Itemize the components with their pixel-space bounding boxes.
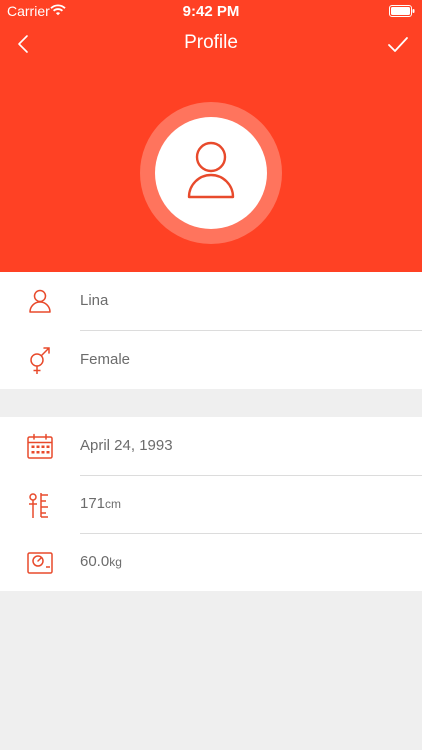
status-bar: Carrier 9:42 PM: [0, 0, 422, 22]
weight-row[interactable]: 60.0kg: [0, 533, 422, 591]
checkmark-icon: [388, 37, 408, 52]
page-title: Profile: [184, 32, 238, 53]
avatar-ring: [140, 102, 282, 244]
name-row[interactable]: Lina: [0, 272, 422, 330]
status-time: 9:42 PM: [182, 3, 240, 20]
basic-info-group: Lina Female: [0, 272, 422, 389]
calendar-icon: [27, 433, 53, 459]
birthday-value: April 24, 1993: [80, 437, 173, 454]
person-icon: [29, 289, 51, 313]
scale-icon: [27, 552, 53, 574]
person-icon: [187, 141, 235, 199]
height-unit: cm: [105, 497, 122, 511]
height-row[interactable]: 171cm: [0, 475, 422, 533]
gender-row[interactable]: Female: [0, 331, 422, 389]
birthday-row[interactable]: April 24, 1993: [0, 417, 422, 475]
height-number: 171: [80, 495, 106, 512]
height-icon: [29, 493, 48, 518]
name-value: Lina: [80, 292, 109, 309]
battery-icon: [389, 4, 415, 20]
gender-value: Female: [80, 351, 131, 368]
height-value: 171cm: [80, 475, 121, 533]
weight-number: 60.0: [80, 553, 110, 570]
weight-unit: kg: [109, 555, 122, 569]
weight-value: 60.0kg: [80, 533, 122, 591]
body-info-group: April 24, 1993 171cm 60.0kg: [0, 417, 422, 591]
gender-icon: [30, 347, 50, 374]
profile-header: Carrier 9:42 PM Profile: [0, 0, 422, 272]
avatar[interactable]: [155, 117, 267, 229]
save-button[interactable]: [387, 33, 409, 55]
